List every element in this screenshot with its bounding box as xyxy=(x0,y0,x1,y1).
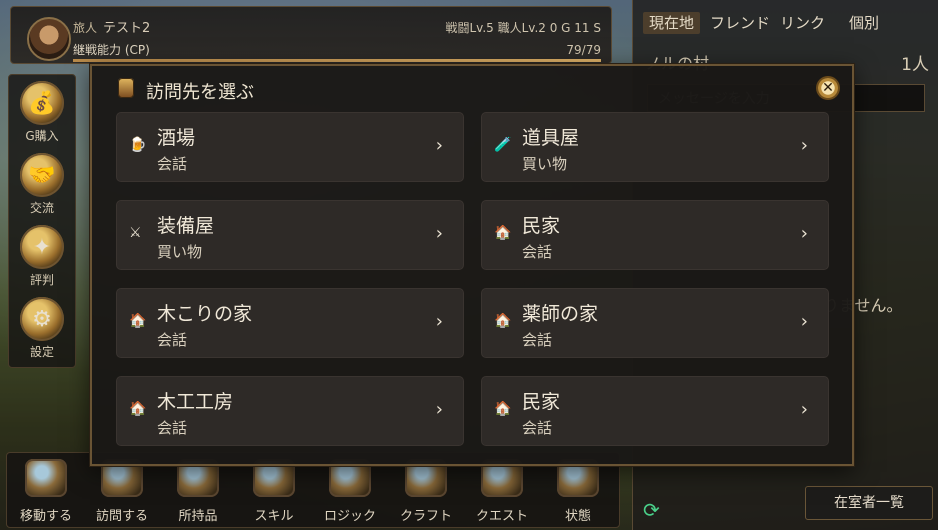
destination-type: 会話 xyxy=(522,243,553,261)
side-item-exchange[interactable]: 🤝 交流 xyxy=(9,153,75,216)
coins-icon: 💰 xyxy=(20,81,64,125)
exchange-icon: 🤝 xyxy=(20,153,64,197)
destination-card[interactable]: 🏠 木こりの家 会話 › xyxy=(116,288,464,358)
tavern-icon: 🍺 xyxy=(129,137,147,153)
player-status-bar: 旅人 テスト2 戦闘Lv.5 職人Lv.2 0 G 11 S 継戦能力 (CP) … xyxy=(10,6,612,64)
destination-type: 会話 xyxy=(522,419,553,437)
nav-status[interactable]: 状態 xyxy=(541,459,615,524)
side-item-label: 交流 xyxy=(29,201,54,215)
refresh-icon[interactable]: ⟳ xyxy=(643,498,660,522)
item-shop-icon: 🧪 xyxy=(494,137,512,153)
house-icon: 🏠 xyxy=(494,401,512,417)
side-item-reputation[interactable]: ✦ 評判 xyxy=(9,225,75,288)
dialog-title: 訪問先を選ぶ xyxy=(146,82,254,103)
visit-destination-dialog: 訪問先を選ぶ ✕ 🍺 酒場 会話 › 🧪 道具屋 買い物 › ⚔ 装備屋 買い物… xyxy=(90,64,854,466)
destination-type: 買い物 xyxy=(522,155,568,173)
side-item-label: 評判 xyxy=(29,273,54,287)
chevron-right-icon: › xyxy=(800,399,808,420)
player-title: 旅人 テスト2 xyxy=(73,17,150,36)
pharmacist-icon: 🏠 xyxy=(494,313,512,329)
destination-card[interactable]: 🧪 道具屋 買い物 › xyxy=(481,112,829,182)
destination-type: 会話 xyxy=(157,419,188,437)
destination-name: 装備屋 xyxy=(157,215,215,237)
player-avatar[interactable] xyxy=(27,17,71,61)
map-icon xyxy=(25,459,67,497)
room-members-button[interactable]: 在室者一覧 xyxy=(805,486,933,520)
destination-card[interactable]: 🏠 民家 会話 › xyxy=(481,200,829,270)
nav-label: スキル xyxy=(254,509,294,524)
side-item-label: G購入 xyxy=(25,129,59,143)
player-class: 旅人 xyxy=(73,21,98,35)
tab-current-location[interactable]: 現在地 xyxy=(643,12,701,34)
nav-move[interactable]: 移動する xyxy=(9,459,83,524)
side-item-label: 設定 xyxy=(29,345,54,359)
destination-name: 木工工房 xyxy=(157,391,234,413)
tab-friends[interactable]: フレンド xyxy=(710,14,770,32)
house-icon: 🏠 xyxy=(494,225,512,241)
nav-logic[interactable]: ロジック xyxy=(313,459,387,524)
destination-name: 民家 xyxy=(522,215,561,237)
nav-label: ロジック xyxy=(323,509,376,524)
chevron-right-icon: › xyxy=(800,223,808,244)
chat-member-count: 1人 xyxy=(901,55,929,75)
chevron-right-icon: › xyxy=(435,399,443,420)
destination-name: 薬師の家 xyxy=(522,303,599,325)
cp-bar xyxy=(73,59,601,62)
equipment-shop-icon: ⚔ xyxy=(129,225,142,241)
tab-private[interactable]: 個別 xyxy=(849,14,879,32)
player-name: テスト2 xyxy=(103,21,151,36)
destination-name: 木こりの家 xyxy=(157,303,253,325)
chevron-right-icon: › xyxy=(435,223,443,244)
player-stats: 戦闘Lv.5 職人Lv.2 0 G 11 S xyxy=(445,21,601,35)
destination-card[interactable]: 🏠 民家 会話 › xyxy=(481,376,829,446)
nav-label: 訪問する xyxy=(95,509,148,524)
destination-type: 買い物 xyxy=(157,243,203,261)
chat-tabs: 現在地 フレンド リンク 個別 xyxy=(643,12,889,34)
nav-craft[interactable]: クラフト xyxy=(389,459,463,524)
nav-label: クエスト xyxy=(475,509,528,524)
side-item-gold-purchase[interactable]: 💰 G購入 xyxy=(9,81,75,144)
settings-icon: ⚙ xyxy=(20,297,64,341)
nav-inventory[interactable]: 所持品 xyxy=(161,459,235,524)
chevron-right-icon: › xyxy=(435,311,443,332)
chevron-right-icon: › xyxy=(435,135,443,156)
destination-type: 会話 xyxy=(157,155,188,173)
tab-links[interactable]: リンク xyxy=(780,14,825,32)
chevron-right-icon: › xyxy=(800,311,808,332)
destination-name: 道具屋 xyxy=(522,127,580,149)
nav-quest[interactable]: クエスト xyxy=(465,459,539,524)
nav-label: 状態 xyxy=(564,509,591,524)
side-menu: 💰 G購入 🤝 交流 ✦ 評判 ⚙ 設定 xyxy=(8,74,76,368)
nav-label: 所持品 xyxy=(178,509,218,524)
destination-card[interactable]: 🏠 薬師の家 会話 › xyxy=(481,288,829,358)
chevron-right-icon: › xyxy=(800,135,808,156)
destination-name: 民家 xyxy=(522,391,561,413)
nav-visit[interactable]: 訪問する xyxy=(85,459,159,524)
workshop-icon: 🏠 xyxy=(129,401,147,417)
destination-type: 会話 xyxy=(157,331,188,349)
destination-card[interactable]: 🍺 酒場 会話 › xyxy=(116,112,464,182)
cp-label: 継戦能力 (CP) xyxy=(73,43,150,57)
nav-label: クラフト xyxy=(399,509,452,524)
woodcutter-icon: 🏠 xyxy=(129,313,147,329)
lantern-icon xyxy=(118,78,134,98)
nav-skills[interactable]: スキル xyxy=(237,459,311,524)
destination-card[interactable]: 🏠 木工工房 会話 › xyxy=(116,376,464,446)
destination-type: 会話 xyxy=(522,331,553,349)
cp-bar-fill xyxy=(73,59,601,62)
reputation-icon: ✦ xyxy=(20,225,64,269)
destination-name: 酒場 xyxy=(157,127,196,149)
nav-label: 移動する xyxy=(19,509,72,524)
destination-card[interactable]: ⚔ 装備屋 買い物 › xyxy=(116,200,464,270)
close-icon[interactable]: ✕ xyxy=(818,78,838,98)
side-item-settings[interactable]: ⚙ 設定 xyxy=(9,297,75,360)
cp-value: 79/79 xyxy=(566,43,601,57)
